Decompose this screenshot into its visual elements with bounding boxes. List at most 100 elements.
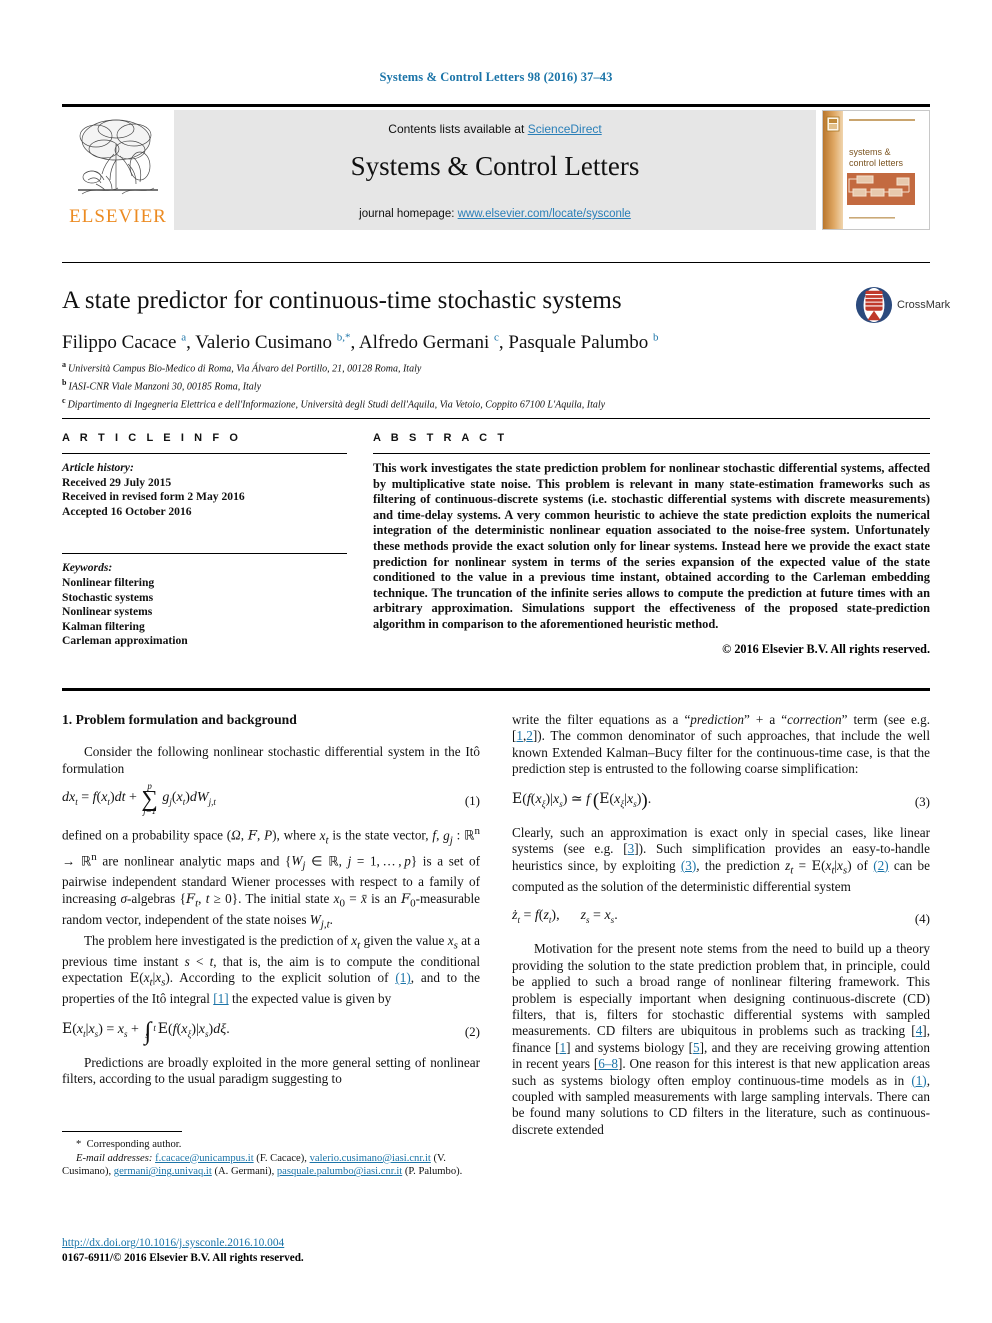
footnote-divider (62, 1131, 182, 1132)
citation-2[interactable]: 2 (526, 728, 533, 743)
info-divider-bottom (62, 688, 930, 691)
contents-available-line: Contents lists available at ScienceDirec… (174, 122, 816, 136)
keywords-rule (62, 553, 347, 555)
doi-block: http://dx.doi.org/10.1016/j.sysconle.201… (62, 1236, 492, 1266)
affiliation-mark: c (62, 395, 66, 405)
page-title: A state predictor for continuous-time st… (62, 287, 622, 314)
body-column-left: 1. Problem formulation and background Co… (62, 712, 480, 1088)
article-info-column: A R T I C L E I N F O Article history: R… (62, 432, 347, 649)
keywords-label: Keywords: (62, 561, 113, 575)
journal-homepage-link[interactable]: www.elsevier.com/locate/sysconle (458, 208, 631, 220)
crossmark-icon[interactable] (855, 286, 893, 324)
elsevier-wordmark: ELSEVIER (69, 206, 167, 227)
affiliation-text: IASI-CNR Viale Manzoni 30, 00185 Roma, I… (68, 381, 262, 393)
equation-number: (3) (914, 793, 930, 809)
homepage-prefix: journal homepage: (359, 208, 458, 220)
affiliation-text: Università Campus Bio-Medico di Roma, Vi… (68, 363, 422, 375)
elsevier-tree-icon (78, 119, 158, 195)
article-history-label: Article history: (62, 461, 134, 474)
keyword-item: Nonlinear filtering (62, 575, 155, 589)
abstract-copyright: © 2016 Elsevier B.V. All rights reserved… (722, 641, 930, 656)
paragraph: Motivation for the present note stems fr… (512, 941, 930, 1137)
info-divider-top (62, 418, 930, 419)
equation-4: żt = f(zt), zs = xs. (4) (512, 908, 930, 927)
keyword-item: Nonlinear systems (62, 605, 153, 619)
corresponding-author-note: * Corresponding author. (62, 1138, 480, 1152)
email-link[interactable]: valerio.cusimano@iasi.cnr.it (310, 1153, 431, 1164)
masthead-center: Contents lists available at ScienceDirec… (174, 110, 816, 230)
email-owner: (P. Palumbo). (404, 1166, 463, 1178)
title-divider (62, 262, 930, 263)
citation-4[interactable]: 4 (916, 1023, 923, 1038)
keyword-item: Carleman approximation (62, 634, 188, 648)
email-link[interactable]: f.cacace@unicampus.it (155, 1153, 254, 1164)
citation-5[interactable]: 5 (693, 1040, 700, 1055)
paragraph: The problem here investigated is the pre… (62, 932, 481, 1007)
affiliation-item: b IASI-CNR Viale Manzoni 30, 00185 Roma, … (62, 376, 930, 394)
equation-2: E(xt|xs) = xs + ∫ t s E(f(xξ)|xs)dξ. (2) (62, 1017, 480, 1045)
email-label: E-mail addresses: (76, 1152, 153, 1164)
paragraph: defined on a probability space (Ω, F, P)… (62, 825, 481, 931)
citation-1[interactable]: 1 (559, 1040, 566, 1055)
footnote-block: * Corresponding author. E-mail addresses… (62, 1131, 480, 1179)
citation-1[interactable]: [1] (213, 991, 228, 1006)
svg-text:control letters: control letters (849, 158, 904, 168)
asterisk-icon: * (76, 1139, 82, 1150)
equation-reference-3[interactable]: (3) (681, 858, 696, 873)
elsevier-logo: ELSEVIER (62, 110, 174, 230)
email-owner: (A. Germani) (214, 1166, 272, 1178)
journal-article-page: Systems & Control Letters 98 (2016) 37–4… (0, 0, 992, 1323)
crossmark-label: CrossMark (897, 299, 951, 311)
summation-operator: ∑ p j=1 (141, 781, 158, 817)
journal-homepage-line: journal homepage: www.elsevier.com/locat… (174, 208, 816, 220)
affiliation-text: Dipartimento di Ingegneria Elettrica e d… (67, 398, 606, 410)
equation-reference-1[interactable]: (1) (395, 970, 410, 985)
crossmark-badge[interactable]: CrossMark (855, 286, 951, 326)
article-info-heading: A R T I C L E I N F O (62, 432, 242, 444)
corresponding-author-text: Corresponding author. (86, 1139, 182, 1150)
affiliation-item: c Dipartimento di Ingegneria Elettrica e … (62, 394, 930, 412)
affiliation-list: a Università Campus Bio-Medico di Roma, V… (62, 358, 930, 411)
integral-operator: ∫ t s (144, 1017, 156, 1045)
citation-3[interactable]: 3 (628, 841, 635, 856)
info-rule (62, 453, 347, 454)
abstract-heading: A B S T R A C T (373, 432, 508, 444)
abstract-column: A B S T R A C T This work investigates t… (373, 432, 930, 657)
doi-link[interactable]: http://dx.doi.org/10.1016/j.sysconle.201… (62, 1237, 284, 1249)
paragraph: Consider the following nonlinear stochas… (62, 744, 480, 776)
citation-6-8[interactable]: 6–8 (598, 1056, 618, 1071)
svg-text:systems &: systems & (849, 147, 891, 157)
paragraph: write the filter equations as a “predict… (512, 712, 930, 777)
keyword-item: Kalman filtering (62, 619, 145, 633)
equation-number: (4) (914, 911, 930, 927)
abstract-rule (373, 453, 930, 454)
equation-3: E(f(xξ)|xs) ≃ f (E(xξ|xs)). (3) (512, 789, 930, 811)
keyword-item: Stochastic systems (62, 590, 154, 604)
journal-masthead: ELSEVIER Contents lists available at Sci… (62, 104, 930, 230)
journal-title: Systems & Control Letters (350, 151, 640, 181)
affiliation-item: a Università Campus Bio-Medico di Roma, V… (62, 358, 930, 376)
history-item: Accepted 16 October 2016 (62, 504, 192, 518)
email-link[interactable]: germani@ing.univaq.it (114, 1166, 212, 1177)
affiliation-mark: b (62, 377, 67, 387)
equation-reference-1[interactable]: (1) (911, 1073, 926, 1088)
equation-reference-2[interactable]: (2) (873, 858, 888, 873)
history-item: Received 29 July 2015 (62, 475, 172, 489)
paragraph: Clearly, such an approximation is exact … (512, 824, 931, 894)
authors-text: Filippo Cacace a, Valerio Cusimano b,*, … (62, 332, 659, 354)
equation-1: dxt = f(xt)dt + ∑ p j=1 gj(xt)dWj,t (1) (62, 781, 480, 817)
email-owner: (F. Cacace) (256, 1152, 305, 1164)
paragraph: Predictions are broadly exploited in the… (62, 1054, 480, 1087)
issn-copyright-line: 0167-6911/© 2016 Elsevier B.V. All right… (62, 1252, 304, 1264)
equation-number: (2) (464, 1023, 480, 1039)
contents-prefix: Contents lists available at (388, 122, 528, 136)
journal-cover-thumbnail: systems & control letters (822, 110, 930, 230)
email-addresses: E-mail addresses: f.cacace@unicampus.it … (62, 1152, 463, 1178)
section-title: 1. Problem formulation and background (62, 712, 297, 727)
keywords-block: Keywords: Nonlinear filtering Stochastic… (62, 561, 347, 649)
email-link[interactable]: pasquale.palumbo@iasi.cnr.it (277, 1166, 402, 1177)
citation-1[interactable]: 1 (516, 728, 523, 743)
running-head: Systems & Control Letters 98 (2016) 37–4… (379, 70, 613, 84)
sciencedirect-link[interactable]: ScienceDirect (528, 122, 602, 136)
history-item: Received in revised form 2 May 2016 (62, 490, 245, 504)
